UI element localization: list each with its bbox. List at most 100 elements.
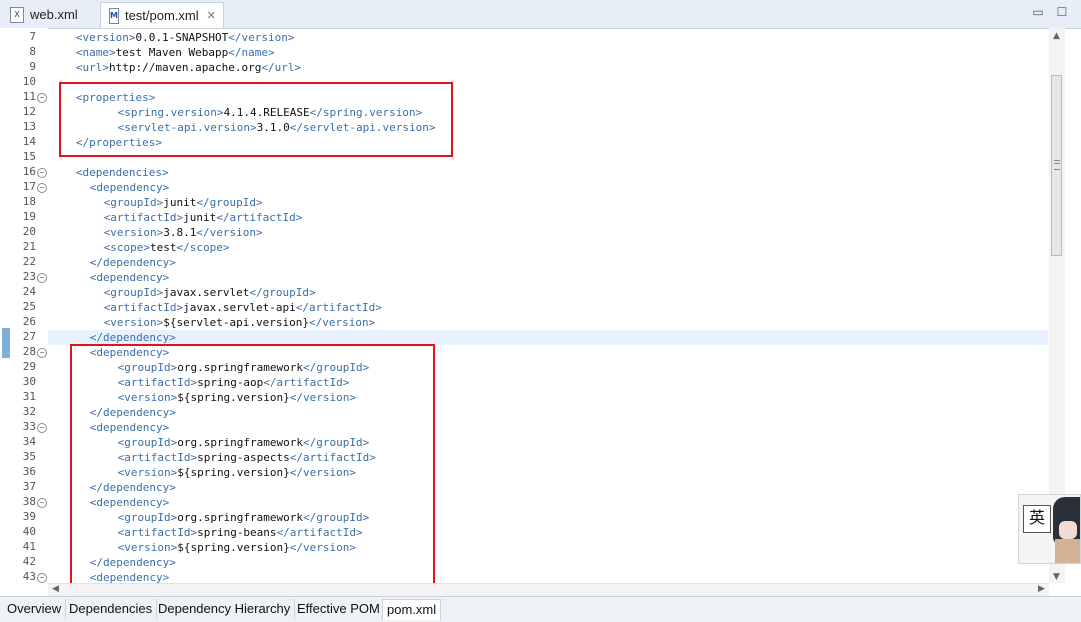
avatar-body <box>1055 539 1080 563</box>
xml-tag: </spring.version> <box>309 106 423 119</box>
tab-pom-xml-source[interactable]: pom.xml <box>382 599 442 620</box>
xml-tag: <url> <box>75 61 110 74</box>
xml-tag: <version> <box>103 316 164 329</box>
code-line[interactable]: <groupId>javax.servlet</groupId> <box>104 285 316 300</box>
scroll-right-icon[interactable]: ▶ <box>1038 584 1045 594</box>
code-line[interactable]: <dependency> <box>90 180 169 195</box>
fold-toggle-icon[interactable]: − <box>37 183 47 193</box>
horizontal-scrollbar[interactable] <box>48 583 1049 597</box>
code-line[interactable]: <spring.version>4.1.4.RELEASE</spring.ve… <box>118 105 423 120</box>
line-number: 10 <box>22 75 36 88</box>
code-line[interactable]: <name>test Maven Webapp</name> <box>76 45 275 60</box>
code-line[interactable]: <scope>test</scope> <box>104 240 230 255</box>
code-line[interactable]: <dependency> <box>90 420 169 435</box>
xml-text: org.springframework <box>177 361 304 374</box>
code-line[interactable]: <dependency> <box>90 570 169 583</box>
xml-source-editor[interactable]: <version>0.0.1-SNAPSHOT</version> <name>t… <box>48 28 1048 583</box>
code-line[interactable]: <groupId>org.springframework</groupId> <box>118 435 370 450</box>
line-number: 7 <box>29 30 36 43</box>
line-number: 27 <box>22 330 36 343</box>
xml-text: javax.servlet-api <box>183 301 296 314</box>
xml-tag: <artifactId> <box>117 451 198 464</box>
code-line[interactable]: </dependency> <box>90 555 176 570</box>
xml-text: test Maven Webapp <box>115 46 229 59</box>
code-line[interactable]: <version>0.0.1-SNAPSHOT</version> <box>76 30 295 45</box>
code-line[interactable]: <dependencies> <box>76 165 169 180</box>
xml-text: spring-aspects <box>197 451 290 464</box>
scroll-left-icon[interactable]: ◀ <box>52 584 59 594</box>
code-line[interactable]: <artifactId>spring-beans</artifactId> <box>118 525 363 540</box>
xml-tag: <dependencies> <box>75 166 169 179</box>
code-line[interactable]: <version>${servlet-api.version}</version… <box>104 315 376 330</box>
scroll-down-icon[interactable]: ▼ <box>1053 572 1060 582</box>
tab-overview[interactable]: Overview <box>3 599 67 619</box>
close-icon[interactable]: ✕ <box>207 9 216 22</box>
code-line[interactable]: </dependency> <box>90 255 176 270</box>
code-line[interactable]: <groupId>org.springframework</groupId> <box>118 360 370 375</box>
pom-editor-page-tabs: Overview Dependencies Dependency Hierarc… <box>0 596 1081 622</box>
xml-tag: <version> <box>103 226 164 239</box>
code-line[interactable]: <artifactId>junit</artifactId> <box>104 210 303 225</box>
tab-effective-pom[interactable]: Effective POM <box>293 599 385 619</box>
xml-tag: <version> <box>117 391 178 404</box>
xml-tag: <dependency> <box>89 346 170 359</box>
xml-tag: <groupId> <box>103 286 164 299</box>
line-number-gutter: 7 8 9 10 11−12 13 14 15 16−17−18 19 20 21 22 23−24 25 2… <box>0 28 48 583</box>
code-line[interactable]: <dependency> <box>90 345 169 360</box>
fold-toggle-icon[interactable]: − <box>37 348 47 358</box>
maximize-icon[interactable]: ☐ <box>1056 6 1068 18</box>
xml-text: ${spring.version} <box>177 541 290 554</box>
fold-toggle-icon[interactable]: − <box>37 273 47 283</box>
xml-text: ${spring.version} <box>177 466 290 479</box>
code-line[interactable]: <properties> <box>76 90 155 105</box>
tab-dependency-hierarchy[interactable]: Dependency Hierarchy <box>154 599 296 619</box>
xml-tag: <groupId> <box>117 361 178 374</box>
xml-tag: </groupId> <box>196 196 263 209</box>
line-number: 40 <box>22 525 36 538</box>
xml-text: javax.servlet <box>163 286 250 299</box>
tab-label: web.xml <box>30 7 78 22</box>
code-line[interactable]: </dependency> <box>90 405 176 420</box>
xml-tag: </artifactId> <box>216 211 303 224</box>
xml-tag: </scope> <box>176 241 230 254</box>
code-line[interactable]: <url>http://maven.apache.org</url> <box>76 60 301 75</box>
xml-text: 4.1.4.RELEASE <box>223 106 310 119</box>
xml-tag: </dependency> <box>89 406 176 419</box>
xml-text: spring-beans <box>197 526 277 539</box>
code-line[interactable]: <version>${spring.version}</version> <box>118 390 356 405</box>
code-line[interactable]: <groupId>junit</groupId> <box>104 195 263 210</box>
xml-tag: </version> <box>289 391 357 404</box>
code-line[interactable]: </properties> <box>76 135 162 150</box>
xml-tag: </servlet-api.version> <box>289 121 436 134</box>
code-line[interactable]: <artifactId>spring-aspects</artifactId> <box>118 450 376 465</box>
line-number: 28 <box>22 345 36 358</box>
fold-toggle-icon[interactable]: − <box>37 423 47 433</box>
code-line[interactable]: <dependency> <box>90 495 169 510</box>
fold-toggle-icon[interactable]: − <box>37 168 47 178</box>
code-line[interactable]: <version>3.8.1</version> <box>104 225 263 240</box>
xml-tag: </dependency> <box>89 556 176 569</box>
floating-avatar-widget[interactable]: 英 <box>1018 494 1081 564</box>
code-line[interactable]: <servlet-api.version>3.1.0</servlet-api.… <box>118 120 436 135</box>
code-line[interactable]: <dependency> <box>90 270 169 285</box>
tab-pom-xml[interactable]: M test/pom.xml ✕ <box>100 2 224 28</box>
scroll-up-icon[interactable]: ▲ <box>1053 31 1060 41</box>
code-line[interactable]: <artifactId>javax.servlet-api</artifactI… <box>104 300 382 315</box>
tab-dependencies[interactable]: Dependencies <box>65 599 158 619</box>
xml-tag: </artifactId> <box>263 376 350 389</box>
xml-text: junit <box>163 196 197 209</box>
line-number: 20 <box>22 225 36 238</box>
fold-toggle-icon[interactable]: − <box>37 573 47 583</box>
code-line[interactable]: <artifactId>spring-aop</artifactId> <box>118 375 350 390</box>
minimize-icon[interactable]: ▭ <box>1032 6 1044 18</box>
line-number: 31 <box>22 390 36 403</box>
tab-web-xml[interactable]: X web.xml <box>2 2 98 27</box>
xml-tag: <dependency> <box>89 496 170 509</box>
code-line[interactable]: </dependency> <box>90 480 176 495</box>
code-line[interactable]: <groupId>org.springframework</groupId> <box>118 510 370 525</box>
fold-toggle-icon[interactable]: − <box>37 93 47 103</box>
fold-toggle-icon[interactable]: − <box>37 498 47 508</box>
code-line[interactable]: <version>${spring.version}</version> <box>118 465 356 480</box>
code-line[interactable]: </dependency> <box>90 330 176 345</box>
code-line[interactable]: <version>${spring.version}</version> <box>118 540 356 555</box>
